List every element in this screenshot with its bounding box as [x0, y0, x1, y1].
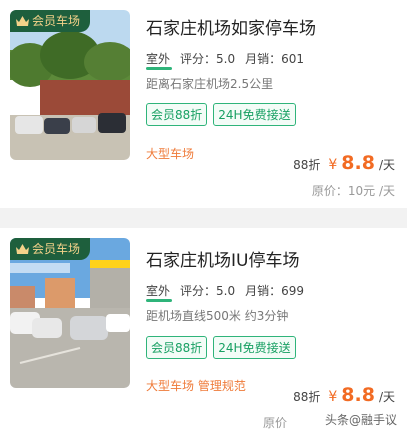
currency-symbol: ¥: [328, 157, 338, 173]
member-badge-label: 会员车场: [32, 14, 81, 28]
parking-meta: 室外 评分：5.0 月销：601: [146, 50, 305, 70]
member-badge-label: 会员车场: [32, 242, 81, 256]
tag-list: 会员88折 24H免费接送: [146, 336, 296, 359]
price-value: 8.8: [341, 152, 375, 174]
watermark: 头条@融手议: [320, 410, 401, 429]
price-row: 88折 ¥ 8.8 /天: [293, 384, 395, 406]
price-unit: /天: [378, 390, 395, 404]
parking-features: 大型车场: [146, 147, 195, 161]
price-unit: /天: [378, 158, 395, 172]
tag-list: 会员88折 24H免费接送: [146, 103, 296, 126]
monthly-sales: 月销：601: [245, 52, 305, 66]
currency-symbol: ¥: [328, 389, 338, 405]
parking-card-1[interactable]: 会员车场 石家庄机场如家停车场 室外 评分：5.0 月销：601 距离石家庄机场…: [0, 0, 407, 208]
parking-photo-2[interactable]: 会员车场: [10, 238, 130, 388]
parking-features: 大型车场 管理规范: [146, 379, 246, 393]
parking-title[interactable]: 石家庄机场IU停车场: [146, 246, 299, 271]
parking-lot-image: [10, 10, 130, 160]
monthly-sales: 月销：699: [245, 284, 305, 298]
tag-member-discount: 会员88折: [146, 336, 208, 359]
tag-member-discount: 会员88折: [146, 103, 208, 126]
parking-meta: 室外 评分：5.0 月销：699: [146, 282, 305, 302]
price-row: 88折 ¥ 8.8 /天: [293, 152, 395, 174]
tag-free-shuttle: 24H免费接送: [213, 336, 296, 359]
original-price: 原价: [262, 416, 287, 430]
distance: 距离石家庄机场2.5公里: [146, 77, 274, 91]
discount-label: 88折: [293, 158, 321, 172]
rating: 评分：5.0: [180, 284, 236, 298]
member-badge: 会员车场: [10, 10, 91, 32]
parking-lot-image: [10, 238, 130, 388]
original-price: 原价：10元 /天: [311, 184, 395, 198]
member-badge: 会员车场: [10, 238, 91, 260]
parking-photo-1[interactable]: 会员车场: [10, 10, 130, 160]
location-type: 室外: [146, 52, 173, 70]
tag-free-shuttle: 24H免费接送: [213, 103, 296, 126]
rating: 评分：5.0: [180, 52, 236, 66]
parking-title[interactable]: 石家庄机场如家停车场: [146, 14, 316, 39]
discount-label: 88折: [293, 390, 321, 404]
crown-icon: [16, 243, 29, 255]
parking-card-2[interactable]: 会员车场 石家庄机场IU停车场 室外 评分：5.0 月销：699 距机场直线50…: [0, 228, 407, 435]
price-value: 8.8: [341, 384, 375, 406]
distance: 距机场直线500米 约3分钟: [146, 309, 289, 323]
crown-icon: [16, 15, 29, 27]
location-type: 室外: [146, 284, 173, 302]
